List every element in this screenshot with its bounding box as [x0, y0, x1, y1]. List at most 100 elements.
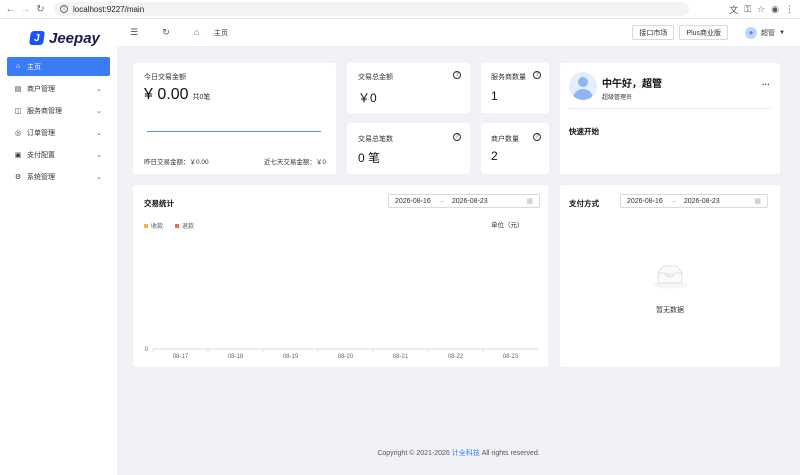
sidebar-item-label: 主页 — [27, 63, 41, 71]
merchant-count-value: 2 — [491, 149, 498, 163]
rights-text: All rights reserved. — [481, 450, 540, 457]
password-key-icon[interactable]: ⚿ — [744, 4, 751, 15]
copyright-text: Copyright © 2021-2026 — [377, 450, 450, 457]
profile-icon[interactable]: ◉ — [771, 4, 779, 15]
chevron-down-icon: ⌄ — [96, 151, 102, 159]
profile-card: 中午好，超管 超级管理员 ··· 快速开始 — [560, 63, 780, 174]
x-tick-label: 08-20 — [338, 354, 354, 360]
jeepay-logo-icon: J — [29, 31, 45, 45]
date-to: 2026-08-23 — [683, 197, 720, 205]
merchant-icon: ▤ — [14, 85, 22, 93]
today-sparkline — [147, 131, 321, 132]
today-trade-label: 今日交易金额 — [144, 74, 186, 81]
yesterday-amount: 昨日交易金额：￥0.00 — [144, 159, 209, 166]
chevron-down-icon: ⌄ — [96, 173, 102, 181]
merchant-count-card: 商户数量 ? 2 — [481, 123, 549, 174]
browser-toolbar: ← → ↻ i localhost:9227/main 文 ⚿ ☆ ◉ ⋮ — [0, 0, 800, 19]
total-amount-value: ￥0 — [358, 91, 377, 105]
address-bar[interactable]: i localhost:9227/main — [54, 2, 689, 16]
page-footer: Copyright © 2021-2026 计全科技 All rights re… — [117, 448, 800, 458]
x-tick-label: 08-17 — [173, 354, 189, 360]
sidebar-item-home[interactable]: ⌂ 主页 — [7, 57, 110, 76]
quick-start-title: 快速开始 — [569, 127, 599, 136]
user-name: 超管 — [761, 29, 776, 37]
brand-logo[interactable]: J Jeepay — [0, 19, 117, 57]
isv-icon: ◫ — [14, 107, 22, 115]
greeting-text: 中午好，超管 — [602, 79, 662, 90]
empty-data-text: 暂无数据 — [656, 307, 684, 314]
trade-line-chart: 0 08-17 08-18 08-19 08-20 08-21 08-22 08-23 — [145, 347, 538, 360]
today-trade-amount: ¥ 0.00 — [144, 86, 189, 103]
sidebar-item-isv[interactable]: ◫ 服务商管理 ⌄ — [7, 101, 110, 120]
sidebar: J Jeepay ⌂ 主页 ▤ 商户管理 ⌄ ◫ 服务商管理 ⌄ ◎ 订单管理 … — [0, 19, 117, 475]
help-icon[interactable]: ? — [453, 71, 461, 79]
pay-date-range-picker[interactable]: 2026-08-16 → 2026-08-23 ▦ — [620, 194, 768, 208]
forward-icon[interactable]: → — [18, 2, 33, 17]
sidebar-item-label: 支付配置 — [27, 151, 55, 159]
help-icon[interactable]: ? — [453, 133, 461, 141]
total-amount-label: 交易总金额 — [358, 74, 393, 81]
top-header: ☰ ↻ ⌂ 主页 接口市场 Plus商业版 ● 超管 ▼ — [117, 19, 800, 47]
more-icon[interactable]: ··· — [762, 80, 770, 89]
plus-edition-button[interactable]: Plus商业版 — [679, 25, 729, 40]
avatar: ● — [745, 26, 758, 39]
chevron-down-icon: ⌄ — [96, 129, 102, 137]
refresh-icon[interactable]: ↻ — [159, 27, 173, 38]
tab-home-icon[interactable]: ⌂ — [185, 19, 208, 47]
range-arrow-icon: → — [669, 197, 677, 205]
sidebar-item-payconfig[interactable]: ▣ 支付配置 ⌄ — [7, 145, 110, 164]
trade-stats-card: 交易统计 2026-08-16 → 2026-08-23 ▦ 收款 退款 单位（… — [133, 185, 548, 367]
calendar-icon: ▦ — [754, 198, 761, 205]
brand-name: Jeepay — [49, 29, 100, 47]
total-count-value: 0 笔 — [358, 151, 381, 165]
today-trade-card: 今日交易金额 ¥ 0.00 共0笔 昨日交易金额：￥0.00 近七天交易金额：￥… — [133, 63, 336, 174]
reload-icon[interactable]: ↻ — [33, 2, 48, 17]
y-tick-label: 0 — [145, 347, 149, 353]
caret-down-icon: ▼ — [779, 29, 785, 36]
sidebar-item-merchant[interactable]: ▤ 商户管理 ⌄ — [7, 79, 110, 98]
empty-inbox-icon — [652, 263, 688, 289]
browser-menu-icon[interactable]: ⋮ — [785, 4, 794, 15]
help-icon[interactable]: ? — [533, 71, 541, 79]
sidebar-item-system[interactable]: ⚙ 系统管理 ⌄ — [7, 167, 110, 186]
role-text: 超级管理员 — [602, 95, 633, 101]
user-menu[interactable]: ● 超管 ▼ — [745, 26, 785, 39]
api-market-button[interactable]: 接口市场 — [632, 25, 675, 40]
sidebar-menu: ⌂ 主页 ▤ 商户管理 ⌄ ◫ 服务商管理 ⌄ ◎ 订单管理 ⌄ ▣ 支付配置 … — [0, 57, 117, 186]
company-link[interactable]: 计全科技 — [452, 450, 480, 457]
translate-icon[interactable]: 文 — [729, 3, 738, 16]
seven-day-amount: 近七天交易金额：￥0 — [263, 159, 326, 166]
sidebar-item-label: 服务商管理 — [27, 107, 62, 115]
sidebar-item-order[interactable]: ◎ 订单管理 ⌄ — [7, 123, 110, 142]
pay-method-title: 支付方式 — [569, 199, 599, 208]
total-amount-card: 交易总金额 ? ￥0 — [347, 63, 470, 113]
date-from: 2026-08-16 — [627, 197, 663, 205]
home-icon: ⌂ — [15, 63, 21, 70]
isv-count-card: 服务商数量 ? 1 — [481, 63, 549, 113]
gear-icon: ⚙ — [14, 173, 22, 181]
sidebar-item-label: 系统管理 — [27, 173, 55, 181]
today-trade-count: 共0笔 — [192, 94, 211, 101]
x-tick-label: 08-22 — [448, 354, 464, 360]
x-tick-label: 08-21 — [393, 354, 409, 360]
merchant-count-label: 商户数量 — [491, 136, 519, 143]
help-icon[interactable]: ? — [533, 133, 541, 141]
tab-home[interactable]: 主页 — [214, 28, 228, 38]
isv-count-label: 服务商数量 — [491, 74, 526, 81]
bookmark-star-icon[interactable]: ☆ — [757, 4, 765, 15]
chevron-down-icon: ⌄ — [96, 107, 102, 115]
menu-fold-icon[interactable]: ☰ — [127, 27, 141, 38]
back-icon[interactable]: ← — [3, 2, 18, 17]
x-tick-label: 08-19 — [283, 354, 299, 360]
url-text: localhost:9227/main — [73, 4, 145, 14]
x-tick-label: 08-18 — [228, 354, 244, 360]
x-tick-label: 08-23 — [503, 354, 519, 360]
pay-config-icon: ▣ — [14, 151, 22, 159]
sidebar-item-label: 订单管理 — [27, 129, 55, 137]
pay-method-card: 支付方式 2026-08-16 → 2026-08-23 ▦ 暂无数据 — [560, 185, 780, 367]
avatar — [569, 72, 597, 100]
total-count-label: 交易总笔数 — [358, 136, 393, 143]
order-icon: ◎ — [14, 129, 22, 137]
site-info-icon[interactable]: i — [60, 5, 68, 13]
total-count-card: 交易总笔数 ? 0 笔 — [347, 123, 470, 174]
